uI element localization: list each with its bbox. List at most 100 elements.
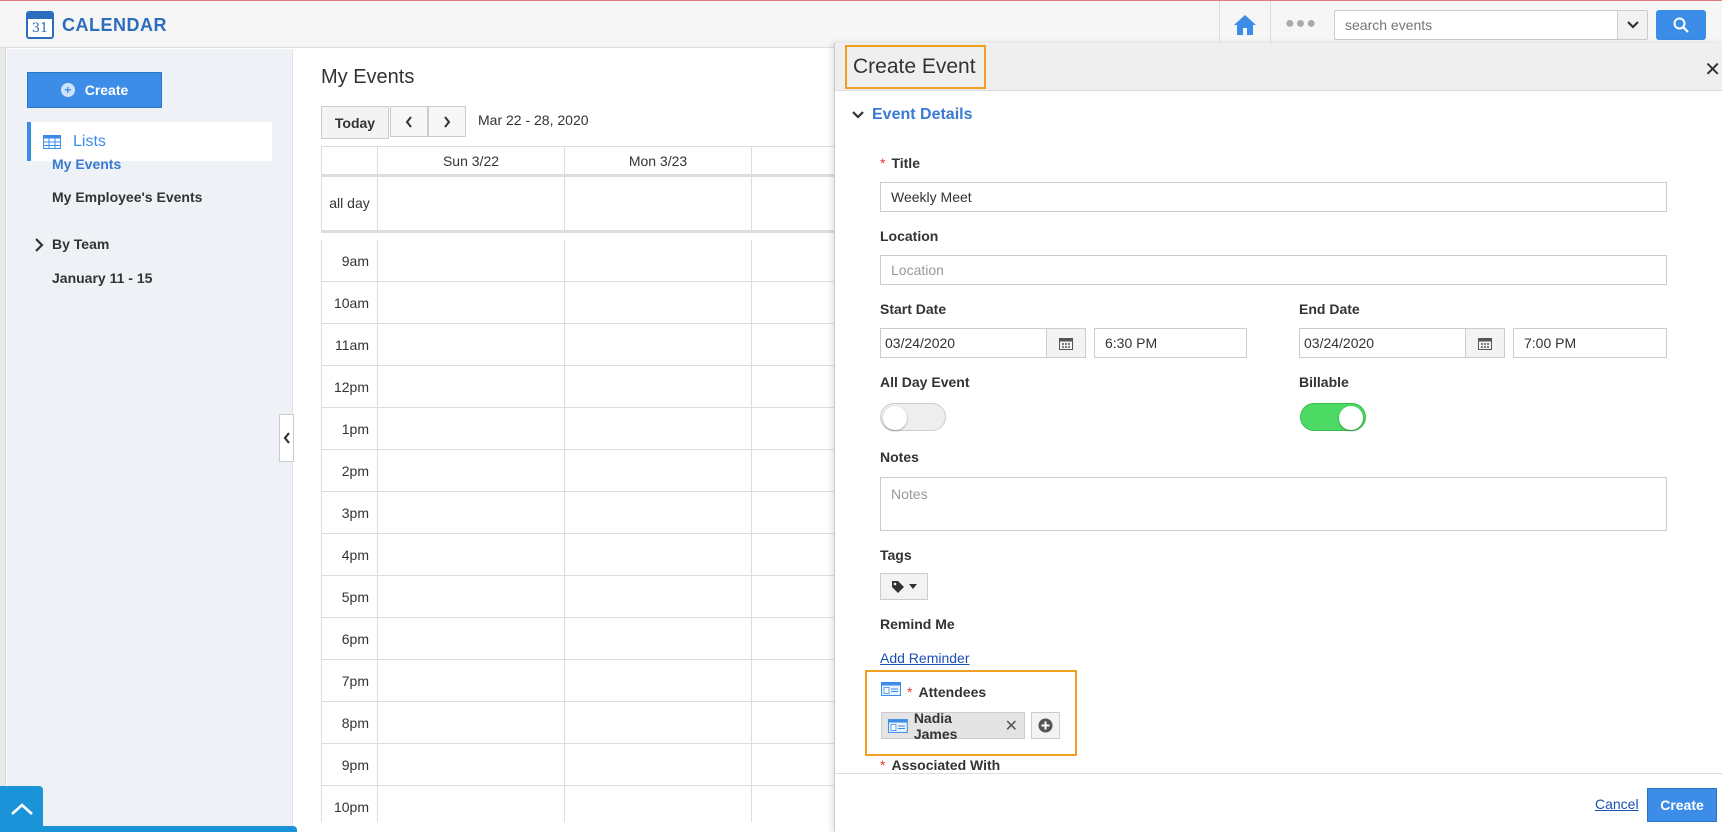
notes-label: Notes <box>880 449 919 465</box>
hour-row[interactable]: 10pm <box>321 786 835 822</box>
chevron-right-icon[interactable] <box>34 238 44 252</box>
grid-line <box>564 786 565 822</box>
section-title: Event Details <box>872 106 973 123</box>
attendee-name: Nadia James <box>913 709 958 742</box>
calendar-icon <box>1059 337 1073 350</box>
grid-line <box>377 324 378 365</box>
prev-week-button[interactable] <box>390 106 428 137</box>
hour-row[interactable]: 9am <box>321 240 835 282</box>
hour-row[interactable]: 12pm <box>321 366 835 408</box>
contact-card-icon <box>888 718 908 733</box>
start-date-label: Start Date <box>880 301 947 317</box>
cancel-link[interactable]: Cancel <box>1595 796 1639 812</box>
hour-label: 9am <box>321 240 377 282</box>
hour-row[interactable]: 6pm <box>321 618 835 660</box>
hour-row[interactable]: 10am <box>321 282 835 324</box>
location-field[interactable]: Location <box>880 255 1667 285</box>
hour-row[interactable]: 5pm <box>321 576 835 618</box>
all-day-event-toggle[interactable] <box>880 403 946 431</box>
today-button[interactable]: Today <box>321 106 389 139</box>
end-date-picker-button[interactable] <box>1465 328 1505 358</box>
grid-line <box>751 702 752 743</box>
scroll-to-top-button[interactable] <box>0 786 43 832</box>
tags-dropdown-button[interactable] <box>880 573 928 600</box>
notes-field[interactable]: Notes <box>880 477 1667 531</box>
next-week-button[interactable] <box>428 106 466 137</box>
grid-line <box>377 534 378 575</box>
grid-line <box>377 492 378 533</box>
hour-row[interactable]: 3pm <box>321 492 835 534</box>
search-dropdown-button[interactable] <box>1617 11 1647 39</box>
grid-line <box>751 240 752 281</box>
toggle-knob <box>883 406 907 430</box>
hour-label: 4pm <box>321 534 377 576</box>
all-day-row[interactable]: all day <box>321 177 835 233</box>
tags-label: Tags <box>880 547 912 563</box>
grid-line <box>564 660 565 701</box>
hour-row[interactable]: 7pm <box>321 660 835 702</box>
sidebar-item-employee-events[interactable]: My Employee's Events <box>52 189 202 205</box>
hour-label: 5pm <box>321 576 377 618</box>
start-time-field[interactable]: 6:30 PM <box>1094 328 1247 358</box>
end-time-field[interactable]: 7:00 PM <box>1513 328 1667 358</box>
create-button-label: Create <box>84 82 129 98</box>
add-reminder-link[interactable]: Add Reminder <box>880 650 970 666</box>
chevron-down-icon <box>852 111 864 119</box>
billable-toggle[interactable] <box>1300 403 1366 431</box>
hour-label: 7pm <box>321 660 377 702</box>
create-event-panel: Create Event ✕ Event Details * Title Week… <box>834 43 1722 832</box>
close-icon[interactable]: ✕ <box>1704 57 1721 82</box>
grid-line <box>377 408 378 449</box>
day-header[interactable]: Mon 3/23 <box>564 147 751 175</box>
hour-label: 10am <box>321 282 377 324</box>
search-input[interactable] <box>1335 11 1615 39</box>
grid-line <box>377 450 378 491</box>
calendar-icon: 31 <box>26 11 54 39</box>
hour-label: 10pm <box>321 786 377 822</box>
attendees-section: * Attendees Nadia James ✕ <box>865 670 1077 756</box>
end-date-field[interactable]: 03/24/2020 <box>1299 328 1466 358</box>
hour-label: 12pm <box>321 366 377 408</box>
grid-line <box>564 177 565 230</box>
start-date-picker-button[interactable] <box>1046 328 1086 358</box>
end-date-label: End Date <box>1299 301 1360 317</box>
grid-line <box>564 576 565 617</box>
hour-row[interactable]: 8pm <box>321 702 835 744</box>
home-button[interactable] <box>1219 1 1271 49</box>
day-header[interactable]: Tu <box>751 147 835 175</box>
title-field[interactable]: Weekly Meet <box>880 182 1667 212</box>
left-edge-strip <box>0 0 6 832</box>
sidebar-create-button[interactable]: + Create <box>27 72 162 108</box>
search-box <box>1334 10 1648 40</box>
plus-circle-icon <box>1038 718 1053 733</box>
start-date-field[interactable]: 03/24/2020 <box>880 328 1047 358</box>
calendar-week-grid: Sun 3/22 Mon 3/23 Tu all day 9am10am11am… <box>321 146 835 822</box>
hour-row[interactable]: 9pm <box>321 744 835 786</box>
remove-attendee-icon[interactable]: ✕ <box>1005 716 1018 736</box>
list-table-icon <box>43 134 61 149</box>
bottom-bar <box>43 826 297 832</box>
grid-line <box>564 282 565 323</box>
hour-row[interactable]: 1pm <box>321 408 835 450</box>
sidebar-item-by-team[interactable]: By Team <box>52 236 109 252</box>
more-options-icon[interactable]: ●●● <box>1285 15 1317 33</box>
chevron-down-icon <box>1626 21 1639 29</box>
title-label: * Title <box>880 155 920 171</box>
hour-row[interactable]: 11am <box>321 324 835 366</box>
sidebar-collapse-button[interactable] <box>279 414 294 462</box>
day-header[interactable]: Sun 3/22 <box>377 147 564 175</box>
hour-row[interactable]: 2pm <box>321 450 835 492</box>
location-label: Location <box>880 228 939 244</box>
billable-label: Billable <box>1299 374 1349 390</box>
hour-label: 9pm <box>321 744 377 786</box>
app-brand[interactable]: 31 CALENDAR <box>26 11 167 39</box>
add-attendee-button[interactable] <box>1031 712 1060 739</box>
grid-line <box>751 177 752 230</box>
hour-row[interactable]: 4pm <box>321 534 835 576</box>
sidebar: + Create Lists My Events My Employee's E… <box>7 49 293 832</box>
sidebar-item-january[interactable]: January 11 - 15 <box>52 270 152 286</box>
event-details-section-toggle[interactable]: Event Details <box>852 106 972 124</box>
create-event-button[interactable]: Create <box>1647 788 1717 822</box>
search-button[interactable] <box>1656 10 1706 40</box>
sidebar-item-my-events[interactable]: My Events <box>52 156 121 172</box>
